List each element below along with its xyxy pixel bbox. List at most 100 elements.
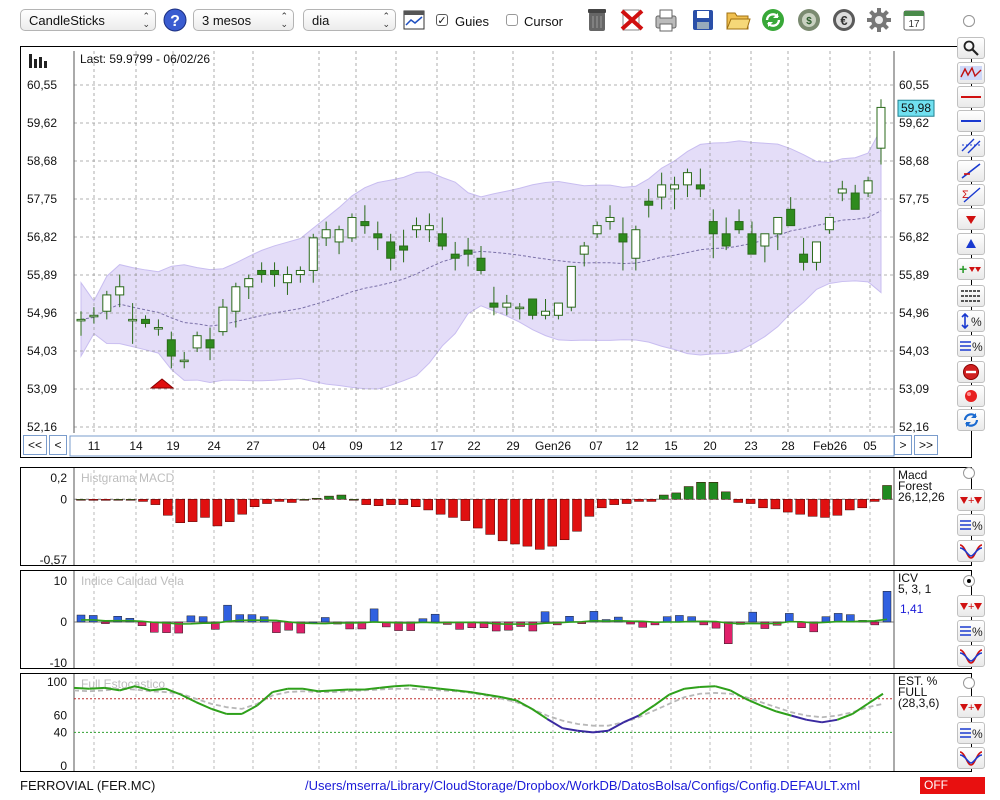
- trash-icon[interactable]: [582, 5, 612, 35]
- save-icon[interactable]: [688, 5, 718, 35]
- chart-style-icon[interactable]: [957, 62, 985, 84]
- chart-type-value: CandleSticks: [29, 13, 105, 28]
- nav-prev-button[interactable]: <: [49, 435, 67, 455]
- fibonacci-icon[interactable]: Σ: [957, 184, 985, 206]
- candle-body: [308, 237, 318, 271]
- icv-radio[interactable]: [963, 575, 975, 587]
- add-indicator-icon[interactable]: +: [957, 258, 985, 280]
- svg-text:+: +: [968, 702, 974, 713]
- cursor-checkbox[interactable]: [506, 14, 518, 26]
- macd-histogram[interactable]: Histgrama MACD0,20-0,57MacdForest26,12,2…: [21, 468, 972, 566]
- macd-bar: [138, 499, 148, 502]
- chart-type-select[interactable]: CandleSticks ⌃ ⌄: [20, 9, 156, 31]
- channel-icon[interactable]: [957, 135, 985, 157]
- candle-body: [231, 286, 241, 312]
- candle-body: [321, 229, 331, 239]
- macd-bar: [411, 499, 421, 508]
- stochastic-chart[interactable]: Full Estocastico10060400EST. %FULL(28,3,…: [21, 674, 972, 772]
- guies-checkbox[interactable]: ✓: [436, 14, 448, 27]
- sync-icon[interactable]: [957, 409, 985, 431]
- scale-percent-icon[interactable]: %: [957, 310, 985, 332]
- macd-radio[interactable]: [963, 467, 975, 479]
- stoch-fast-segment: [272, 687, 288, 694]
- macd-bar: [646, 499, 657, 502]
- y-tick-left: 60,55: [27, 78, 57, 92]
- candle-body: [747, 233, 757, 255]
- stop-icon[interactable]: [957, 361, 985, 383]
- y-tick-right: 55,89: [899, 268, 929, 282]
- x-tick-label: 14: [129, 439, 143, 453]
- open-folder-icon[interactable]: [723, 5, 753, 35]
- icv-curves-icon[interactable]: [957, 645, 985, 667]
- icv-equal-percent-icon[interactable]: %: [957, 620, 985, 642]
- main-radio[interactable]: [963, 15, 975, 27]
- zoom-icon[interactable]: [957, 37, 985, 59]
- horizontal-red-line-icon[interactable]: [957, 86, 985, 108]
- macd-arrows-icon[interactable]: +: [957, 489, 985, 511]
- status-off-badge[interactable]: OFF: [920, 777, 985, 794]
- nav-last-button[interactable]: >>: [914, 435, 938, 455]
- svg-text:+: +: [959, 262, 967, 276]
- candle-body: [424, 225, 434, 231]
- candlestick-chart[interactable]: 60,55 60,55 59,62 59,62 58,68 58,68 57,75 57,75…: [21, 47, 972, 458]
- arrow-up-icon[interactable]: [957, 233, 985, 255]
- macd-bar: [845, 499, 855, 511]
- macd-equal-percent-icon[interactable]: %: [957, 514, 985, 536]
- interval-select[interactable]: dia ⌃ ⌄: [303, 9, 396, 31]
- macd-bar: [721, 491, 731, 500]
- stoch-curves-icon[interactable]: [957, 747, 985, 769]
- icv-arrows-icon[interactable]: +: [957, 595, 985, 617]
- icv-bar: [284, 621, 293, 631]
- candle-body: [257, 269, 267, 276]
- arrow-down-icon[interactable]: [957, 208, 985, 230]
- macd-bar: [175, 499, 185, 523]
- y-tick-right: 60,55: [899, 78, 929, 92]
- candle-body: [811, 241, 821, 263]
- money-icon[interactable]: $: [794, 5, 824, 35]
- y-tick-right: 54,96: [899, 306, 929, 320]
- icv-chart[interactable]: Indice Calidad Vela100-10ICV5, 3, 11,41: [21, 571, 972, 669]
- icv-bar: [369, 608, 379, 623]
- print-icon[interactable]: [651, 5, 681, 35]
- macd-bar: [621, 499, 632, 504]
- candle-body: [786, 208, 796, 227]
- candle-body: [824, 216, 834, 231]
- macd-bar: [597, 499, 607, 509]
- macd-bar: [708, 482, 719, 500]
- x-tick-label: 28: [781, 439, 795, 453]
- delete-icon[interactable]: [617, 5, 647, 35]
- grid-icon[interactable]: [399, 5, 429, 35]
- x-tick-label: 07: [589, 439, 603, 453]
- y-tick: 60: [54, 709, 68, 723]
- horizontal-blue-line-icon[interactable]: [957, 110, 985, 132]
- calendar-icon[interactable]: 17: [899, 5, 929, 35]
- euro-icon[interactable]: €: [829, 5, 859, 35]
- settings-icon[interactable]: [864, 5, 894, 35]
- candle-body: [218, 306, 228, 333]
- macd-bar: [745, 499, 756, 504]
- icv-bar: [870, 621, 880, 626]
- record-icon[interactable]: [957, 385, 985, 407]
- macd-curves-icon[interactable]: [957, 540, 985, 562]
- candle-body: [141, 318, 151, 324]
- y-tick-right: 57,75: [899, 192, 929, 206]
- nav-first-button[interactable]: <<: [23, 435, 47, 455]
- refresh-icon[interactable]: [758, 5, 788, 35]
- nav-next-button[interactable]: >: [894, 435, 912, 455]
- stoch-equal-percent-icon[interactable]: %: [957, 722, 985, 744]
- candle-body: [644, 200, 654, 206]
- candle-body: [605, 216, 615, 223]
- period-select[interactable]: 3 mesos ⌃ ⌄: [193, 9, 294, 31]
- equal-percent-icon[interactable]: %: [957, 335, 985, 357]
- x-tick-label: 27: [246, 439, 260, 453]
- lines-icon[interactable]: [957, 285, 985, 307]
- bars-chart-icon[interactable]: [28, 54, 48, 71]
- stoch-radio[interactable]: [963, 677, 975, 689]
- stoch-arrows-icon[interactable]: +: [957, 696, 985, 718]
- config-path-link[interactable]: /Users/mserra/Library/CloudStorage/Dropb…: [305, 778, 860, 793]
- y-tick-left: 52,16: [27, 420, 57, 434]
- macd-bar: [237, 499, 247, 515]
- trend-line-icon[interactable]: [957, 160, 985, 182]
- help-icon[interactable]: ?: [160, 5, 190, 35]
- icv-panel: Indice Calidad Vela 10 0 -10 ICV 5, 3, 1 1,41: [20, 570, 972, 669]
